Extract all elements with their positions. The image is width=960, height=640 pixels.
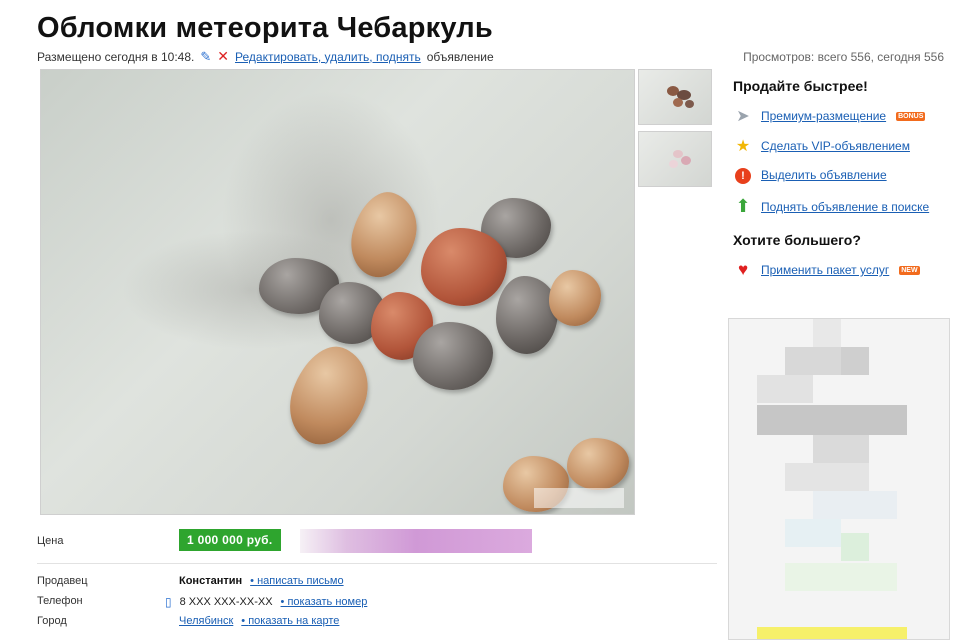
promote-item-premium[interactable]: ➤ Премиум-размещение BONUS [733, 106, 926, 126]
ad-pixel [757, 405, 907, 435]
heart-icon: ♥ [737, 260, 749, 279]
paper-plane-icon: ➤ [736, 108, 750, 125]
phone-label: Телефон [37, 595, 83, 607]
write-letter-link[interactable]: написать письмо [250, 575, 344, 587]
meteorite-fragment [278, 336, 380, 456]
more-heading: Хотите большего? [733, 232, 861, 248]
thumbnail-fragment [673, 98, 683, 107]
ad-pixel [813, 435, 869, 463]
meteorite-fragment [549, 270, 601, 326]
listing-meta: Размещено сегодня в 10:48. ✎ ✕ Редактиро… [37, 48, 494, 65]
listing-title: Обломки метеорита Чебаркуль [37, 12, 493, 44]
meteorite-fragment [496, 276, 558, 354]
ad-pixel [757, 627, 907, 639]
ad-pixel [785, 519, 841, 547]
vip-link[interactable]: Сделать VIP-объявлением [761, 139, 910, 153]
show-number-label: показать номер [287, 596, 368, 608]
meteorite-fragment [413, 322, 493, 390]
promote-item-highlight[interactable]: ! Выделить объявление [733, 166, 887, 184]
photo-thumbnail[interactable] [638, 69, 712, 125]
meteorite-fragment [567, 438, 629, 490]
highlight-link[interactable]: Выделить объявление [761, 168, 887, 182]
ad-pixel [813, 491, 897, 519]
city-row: Челябинск показать на карте [179, 615, 339, 627]
delete-icon[interactable]: ✕ [217, 48, 229, 65]
view-counter: Просмотров: всего 556, сегодня 556 [743, 50, 944, 64]
blurred-ad [728, 318, 950, 640]
ad-pixel [841, 533, 869, 561]
thumbnail-fragment [669, 160, 678, 168]
blurred-banner [300, 529, 532, 553]
edit-suffix: объявление [426, 49, 494, 64]
bonus-badge: BONUS [896, 111, 926, 121]
ad-pixel [785, 563, 897, 591]
photo-watermark [534, 488, 624, 508]
promote-item-raise[interactable]: ⬆ Поднять объявление в поиске [733, 196, 929, 217]
pencil-icon[interactable]: ✎ [200, 49, 211, 65]
price-label: Цена [37, 535, 64, 547]
city-label: Город [37, 615, 67, 627]
star-icon: ★ [735, 138, 751, 155]
photo-thumbnail[interactable] [638, 131, 712, 187]
phone-row: ▯ 8 XXX XXX-XX-XX показать номер [165, 595, 367, 609]
main-photo[interactable] [40, 69, 635, 515]
package-link[interactable]: Применить пакет услуг [761, 263, 889, 277]
meteorite-fragment [421, 228, 507, 306]
show-map-label: показать на карте [248, 615, 340, 627]
ad-pixel [841, 347, 869, 375]
show-map-link[interactable]: показать на карте [241, 615, 339, 627]
seller-name: Константин [179, 575, 243, 587]
ad-pixel [785, 347, 841, 375]
up-arrow-icon: ⬆ [735, 196, 751, 216]
thumbnail-fragment [685, 100, 694, 108]
posted-time: Размещено сегодня в 10:48. [37, 49, 195, 64]
ad-pixel [813, 319, 841, 347]
edit-listing-link[interactable]: Редактировать, удалить, поднять [235, 50, 421, 64]
seller-label: Продавец [37, 575, 88, 587]
alert-icon: ! [733, 166, 753, 184]
promote-heading: Продайте быстрее! [733, 78, 868, 94]
city-link[interactable]: Челябинск [179, 615, 233, 627]
ad-pixel [757, 375, 813, 403]
write-letter-label: написать письмо [257, 575, 344, 587]
premium-link[interactable]: Премиум-размещение [761, 109, 886, 123]
new-badge: NEW [899, 265, 920, 275]
price-badge: 1 000 000 руб. [179, 529, 281, 551]
phone-value: 8 XXX XXX-XX-XX [179, 596, 273, 608]
thumbnail-fragment [681, 156, 691, 165]
raise-link[interactable]: Поднять объявление в поиске [761, 200, 929, 214]
ad-pixel [785, 463, 869, 491]
divider [37, 563, 717, 564]
phone-icon: ▯ [165, 595, 172, 609]
seller-row: Константин написать письмо [179, 575, 344, 587]
show-number-link[interactable]: показать номер [281, 596, 368, 608]
more-item-package[interactable]: ♥ Применить пакет услуг NEW [733, 260, 920, 280]
promote-item-vip[interactable]: ★ Сделать VIP-объявлением [733, 136, 910, 156]
